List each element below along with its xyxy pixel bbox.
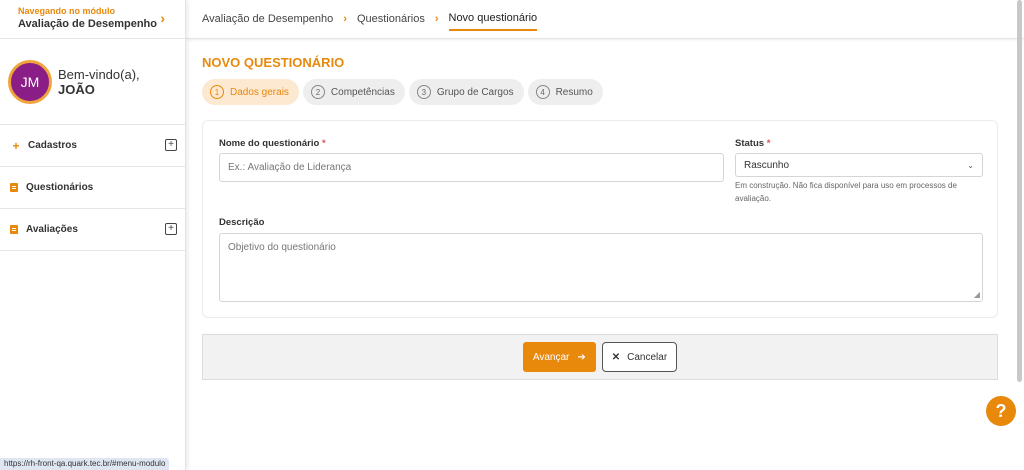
- sidebar: Navegando no módulo Avaliação de Desempe…: [0, 0, 186, 470]
- user-welcome: JM Bem-vindo(a), JOÃO: [0, 39, 185, 125]
- help-button[interactable]: ?: [986, 396, 1016, 426]
- plus-icon: +: [12, 138, 20, 153]
- user-name: JOÃO: [58, 82, 95, 97]
- description-label: Descrição: [219, 217, 265, 228]
- step-competencias[interactable]: 2 Competências: [302, 79, 405, 105]
- breadcrumb-current: Novo questionário: [448, 12, 538, 31]
- sidebar-item-cadastros[interactable]: + Cadastros +: [0, 125, 185, 167]
- required-mark: *: [321, 138, 326, 149]
- step-resumo[interactable]: 4 Resumo: [527, 79, 603, 105]
- main-content: Avaliação de Desempenho › Questionários …: [186, 0, 1024, 470]
- clipboard-icon: [10, 225, 18, 234]
- status-hint: Em construção. Não fica disponível para …: [735, 181, 957, 203]
- status-label-text: Status: [735, 138, 765, 149]
- step-label: Dados gerais: [230, 86, 289, 98]
- close-icon: ✕: [611, 351, 621, 363]
- chevron-down-icon: ⌄: [967, 160, 974, 170]
- chevron-right-icon[interactable]: ›: [160, 10, 165, 26]
- name-label: Nome do questionário *: [219, 138, 326, 149]
- document-icon: [10, 183, 18, 192]
- page-title: NOVO QUESTIONÁRIO: [202, 55, 345, 70]
- expand-icon[interactable]: +: [165, 223, 177, 235]
- breadcrumb-item[interactable]: Questionários: [357, 13, 425, 25]
- required-mark: *: [766, 138, 771, 149]
- chevron-right-icon: ›: [434, 13, 439, 25]
- resize-handle-icon[interactable]: ◢: [974, 290, 980, 299]
- next-button-label: Avançar: [532, 351, 570, 363]
- description-placeholder: Objetivo do questionário: [228, 242, 336, 253]
- avatar[interactable]: JM: [8, 60, 52, 104]
- step-number: 1: [210, 85, 224, 99]
- app: Navegando no módulo Avaliação de Desempe…: [0, 0, 1024, 470]
- step-number: 3: [416, 85, 431, 99]
- step-label: Competências: [330, 86, 395, 98]
- step-number: 4: [535, 85, 550, 99]
- breadcrumb-item[interactable]: Avaliação de Desempenho: [202, 13, 333, 25]
- sidebar-item-label: Cadastros: [28, 140, 77, 151]
- status-value: Rascunho: [744, 159, 790, 171]
- expand-icon[interactable]: +: [165, 139, 177, 151]
- module-switcher[interactable]: Navegando no módulo Avaliação de Desempe…: [0, 0, 185, 39]
- sidebar-item-questionarios[interactable]: Questionários: [0, 167, 185, 209]
- status-url: https://rh-front-qa.quark.tec.br/#menu-m…: [0, 458, 170, 470]
- arrow-right-icon: ➔: [577, 351, 586, 363]
- action-bar: Avançar ➔ ✕ Cancelar: [202, 334, 998, 380]
- chevron-right-icon: ›: [343, 13, 347, 25]
- status-label: Status *: [735, 138, 770, 149]
- name-label-text: Nome do questionário: [219, 138, 320, 149]
- questionnaire-name-input[interactable]: Ex.: Avaliação de Liderança: [219, 153, 724, 182]
- form-card: Nome do questionário * Ex.: Avaliação de…: [202, 120, 998, 318]
- step-grupo-de-cargos[interactable]: 3 Grupo de Cargos: [408, 79, 524, 105]
- status-select[interactable]: Rascunho ⌄: [735, 153, 983, 177]
- description-textarea[interactable]: Objetivo do questionário ◢: [219, 233, 983, 302]
- sidebar-item-avaliacoes[interactable]: Avaliações +: [0, 209, 185, 251]
- scrollbar[interactable]: [1017, 0, 1022, 382]
- breadcrumb: Avaliação de Desempenho › Questionários …: [186, 0, 1024, 39]
- cancel-button-label: Cancelar: [627, 351, 668, 363]
- sidebar-item-label: Avaliações: [26, 224, 78, 235]
- step-number: 2: [310, 85, 325, 99]
- step-label: Grupo de Cargos: [436, 86, 514, 98]
- step-dados-gerais[interactable]: 1 Dados gerais: [202, 79, 299, 105]
- next-button[interactable]: Avançar ➔: [522, 342, 596, 372]
- cancel-button[interactable]: ✕ Cancelar: [601, 342, 678, 372]
- wizard-steps: 1 Dados gerais 2 Competências 3 Grupo de…: [202, 79, 603, 105]
- step-label: Resumo: [555, 86, 593, 98]
- sidebar-item-label: Questionários: [26, 182, 94, 193]
- welcome-text: Bem-vindo(a),: [58, 67, 140, 82]
